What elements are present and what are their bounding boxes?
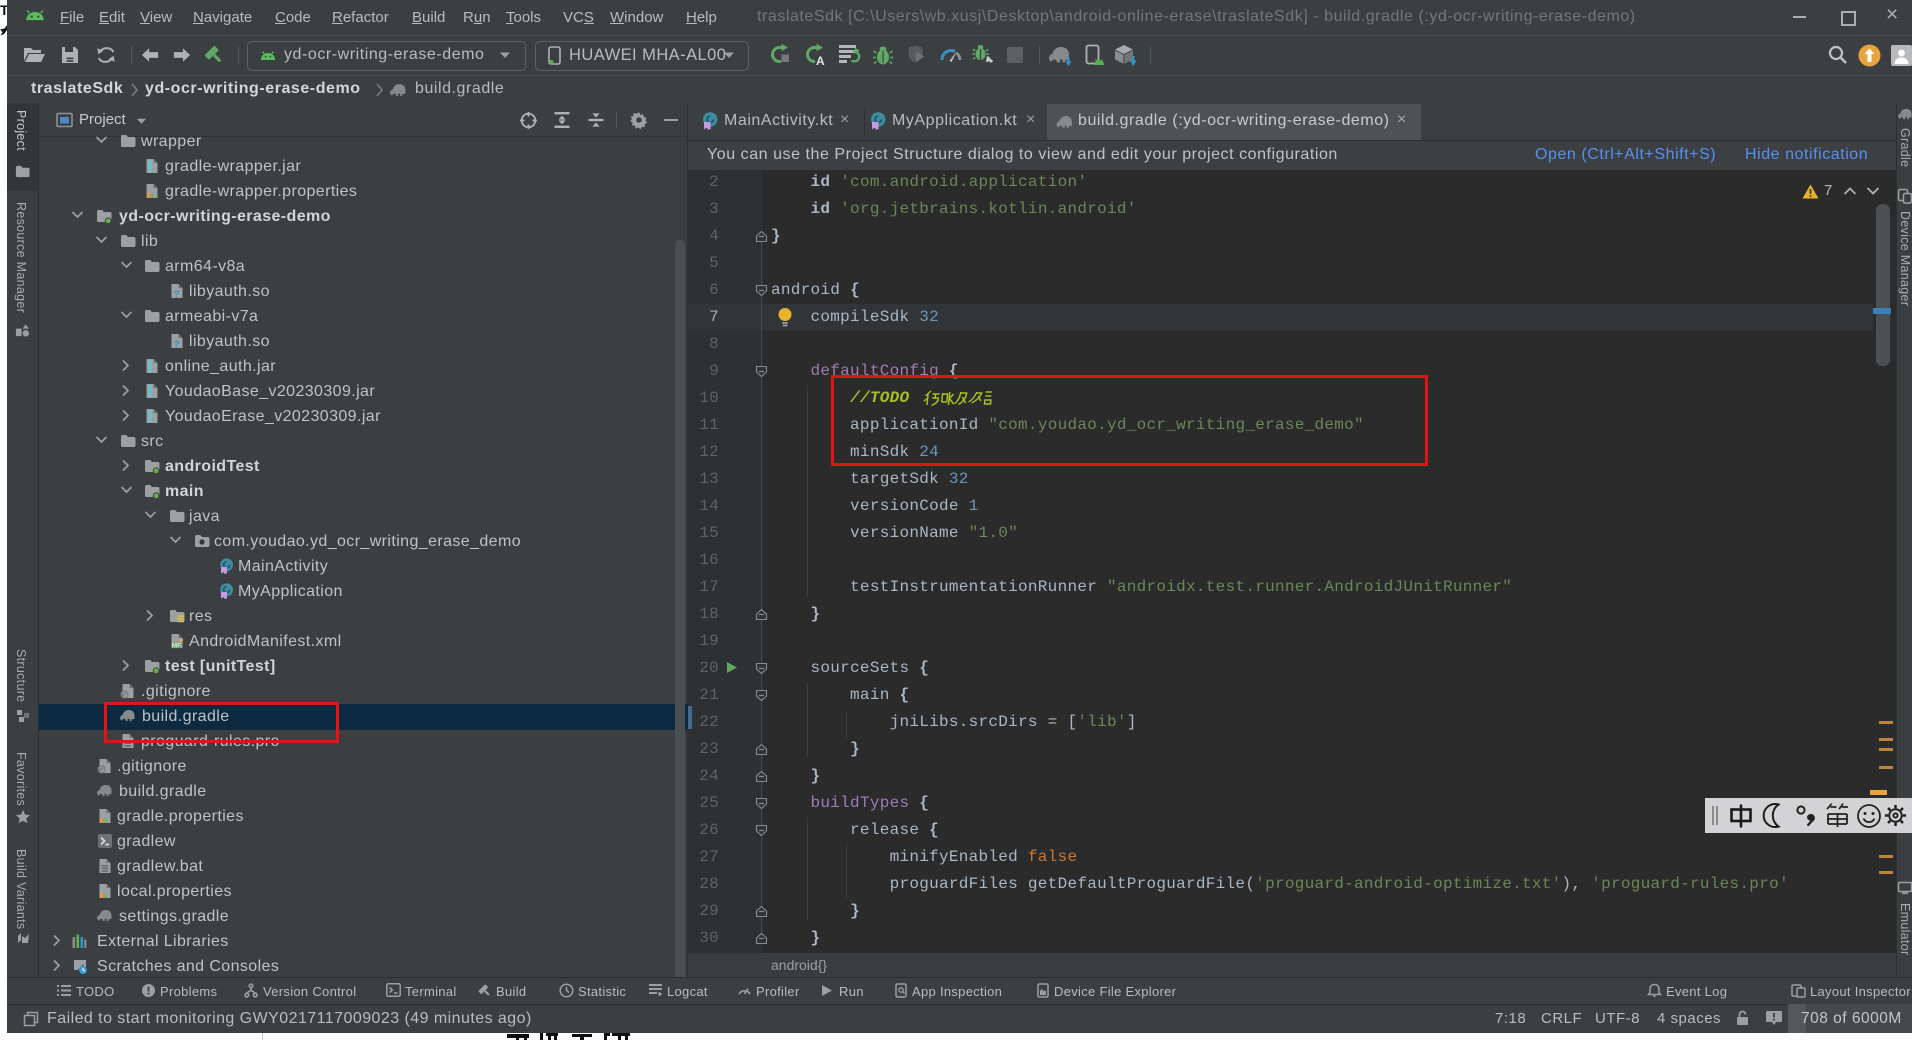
svg-text:A: A <box>816 54 825 66</box>
